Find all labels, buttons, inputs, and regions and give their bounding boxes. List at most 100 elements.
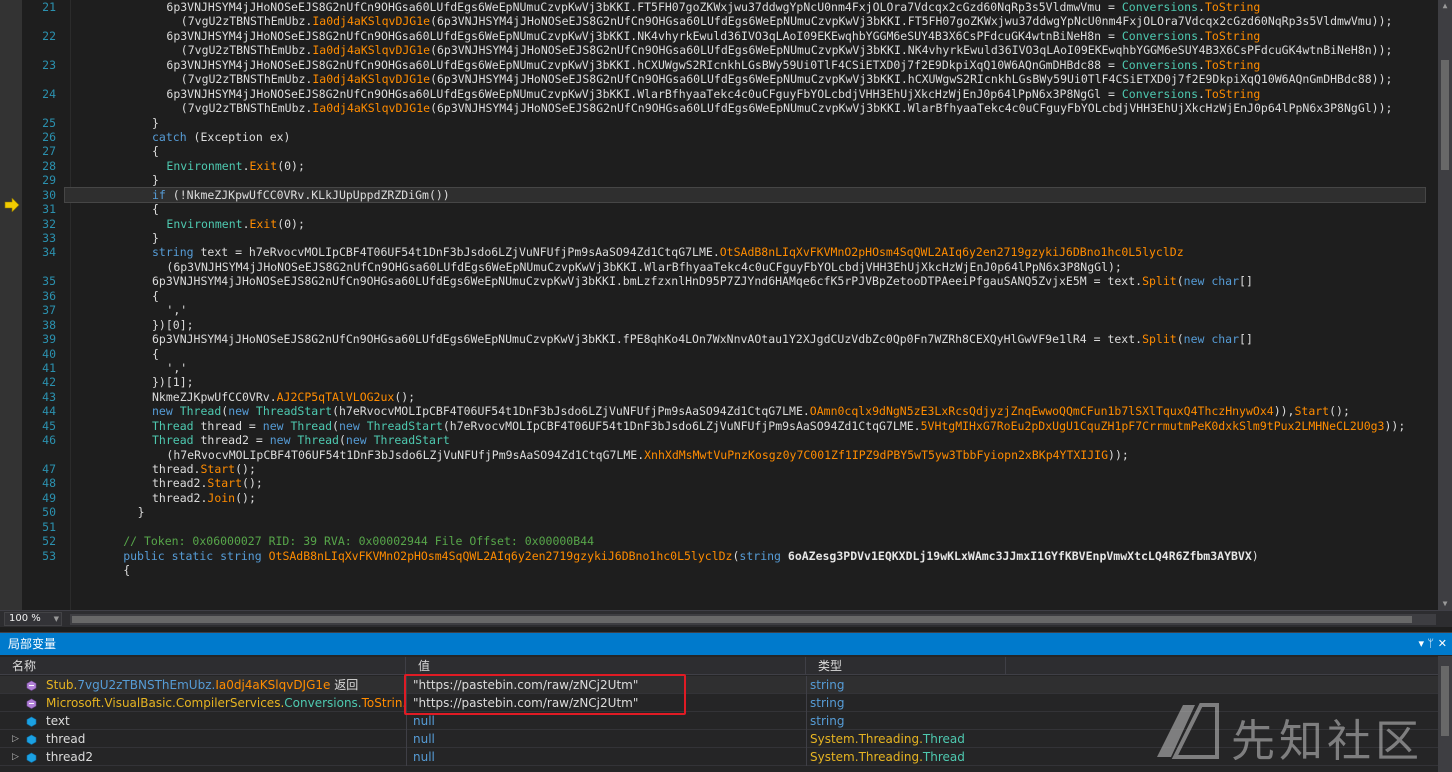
- code-token: Environment: [166, 158, 243, 173]
- locals-row[interactable]: Stub.7vgU2zTBNSThEmUbz.Ia0dj4aKSlqvDJG1e…: [0, 676, 1438, 694]
- code-text: 6p3VNJHSYM4jJHoNOSeEJS8G2nUfCn9OHGsa60LU…: [152, 274, 1253, 288]
- code-line[interactable]: 27 {: [0, 144, 1438, 158]
- code-line[interactable]: 43 NkmeZJKpwUfCC0VRv.AJ2CP5qTAlVLOG2ux();: [0, 390, 1438, 404]
- code-line[interactable]: 38})[0];: [0, 318, 1438, 332]
- code-line[interactable]: 40 {: [0, 347, 1438, 361]
- column-header-name[interactable]: 名称: [0, 657, 406, 675]
- code-line[interactable]: 47 thread.Start();: [0, 462, 1438, 476]
- column-header-value[interactable]: 值: [406, 657, 806, 675]
- code-line[interactable]: (7vgU2zTBNSThEmUbz.Ia0dj4aKSlqvDJG1e(6p3…: [0, 72, 1438, 86]
- code-text: // Token: 0x06000027 RID: 39 RVA: 0x0000…: [123, 534, 594, 548]
- locals-panel-title-bar: 局部变量 ▾ ᛘ ✕: [0, 633, 1452, 655]
- code-token: if: [152, 187, 166, 202]
- code-line[interactable]: (6p3VNJHSYM4jJHoNOSeEJS8G2nUfCn9OHGsa60L…: [0, 260, 1438, 274]
- line-number: 39: [42, 332, 56, 347]
- code-token: ));: [1384, 418, 1406, 433]
- code-line[interactable]: 48 thread2.Start();: [0, 476, 1438, 490]
- code-token: (: [1176, 274, 1184, 289]
- code-lines[interactable]: 21 6p3VNJHSYM4jJHoNOSeEJS8G2nUfCn9OHGsa60…: [0, 0, 1438, 610]
- code-line[interactable]: 33}: [0, 231, 1438, 245]
- code-line[interactable]: 29}: [0, 173, 1438, 187]
- panel-dropdown-icon[interactable]: ▾: [1418, 633, 1424, 655]
- line-number: 26: [42, 129, 56, 144]
- code-line[interactable]: 52 // Token: 0x06000027 RID: 39 RVA: 0x00…: [0, 534, 1438, 548]
- scroll-up-icon[interactable]: ▲: [1441, 2, 1449, 10]
- code-line[interactable]: 45 Thread thread = new Thread(new ThreadS…: [0, 419, 1438, 433]
- code-token: Start: [1294, 404, 1330, 419]
- code-line[interactable]: 32 Environment.Exit(0);: [0, 217, 1438, 231]
- code-text: }: [138, 505, 145, 519]
- code-line[interactable]: 53 public static string OtSAdB8nLIqXvFKVM…: [0, 549, 1438, 563]
- line-number: 45: [42, 418, 56, 433]
- code-line[interactable]: 49 thread2.Join();: [0, 491, 1438, 505]
- code-line[interactable]: (7vgU2zTBNSThEmUbz.Ia0dj4aKSlqvDJG1e(6p3…: [0, 101, 1438, 115]
- code-line[interactable]: 46 Thread thread2 = new Thread(new Thread…: [0, 433, 1438, 447]
- code-text: thread2.Join();: [152, 491, 256, 505]
- zoom-level-dropdown[interactable]: 100 % ▼: [4, 612, 62, 626]
- code-line[interactable]: 25}: [0, 116, 1438, 130]
- code-text: 6p3VNJHSYM4jJHoNOSeEJS8G2nUfCn9OHGsa60LU…: [152, 332, 1253, 346]
- code-line[interactable]: 39 6p3VNJHSYM4jJHoNOSeEJS8G2nUfCn9OHGsa60…: [0, 332, 1438, 346]
- line-number: 35: [42, 274, 56, 289]
- local-value[interactable]: "https://pastebin.com/raw/zNCj2Utm": [406, 676, 806, 694]
- code-token: new char: [1183, 274, 1240, 289]
- code-token: (: [332, 418, 339, 433]
- code-line[interactable]: 26 catch (Exception ex): [0, 130, 1438, 144]
- code-token: 6p3VNJHSYM4jJHoNOSeEJS8G2nUfCn9OHGsa60LU…: [166, 86, 1122, 101]
- code-line[interactable]: 31 {: [0, 202, 1438, 216]
- code-line[interactable]: 24 6p3VNJHSYM4jJHoNOSeEJS8G2nUfCn9OHGsa60…: [0, 87, 1438, 101]
- line-number: 24: [42, 86, 56, 101]
- code-text: thread.Start();: [152, 462, 256, 476]
- code-line[interactable]: 35 6p3VNJHSYM4jJHoNOSeEJS8G2nUfCn9OHGsa60…: [0, 274, 1438, 288]
- local-type-part: System.Threading.: [810, 750, 923, 764]
- code-editor[interactable]: 21 6p3VNJHSYM4jJHoNOSeEJS8G2nUfCn9OHGsa60…: [0, 0, 1452, 612]
- local-value[interactable]: "https://pastebin.com/raw/zNCj2Utm": [406, 694, 806, 712]
- close-icon[interactable]: ✕: [1438, 633, 1447, 655]
- code-line[interactable]: 34 string text = h7eRvocvMOLIpCBF4T06UF54…: [0, 245, 1438, 259]
- local-value[interactable]: null: [406, 730, 806, 748]
- code-token: Thread: [152, 418, 194, 433]
- code-text: }: [152, 231, 159, 245]
- code-line[interactable]: {: [0, 563, 1438, 577]
- code-line[interactable]: (7vgU2zTBNSThEmUbz.Ia0dj4aKSlqvDJG1e(6p3…: [0, 43, 1438, 57]
- horizontal-scroll-thumb[interactable]: [72, 616, 1412, 623]
- code-line[interactable]: 51: [0, 520, 1438, 534]
- local-type: System.Threading.Thread: [806, 730, 1006, 748]
- editor-horizontal-scrollbar[interactable]: [70, 614, 1436, 625]
- pin-icon[interactable]: ᛘ: [1427, 633, 1434, 655]
- code-token: 6p3VNJHSYM4jJHoNOSeEJS8G2nUfCn9OHGsa60LU…: [166, 28, 1122, 43]
- code-line[interactable]: (h7eRvocvMOLIpCBF4T06UF54t1DnF3bJsdo6LZj…: [0, 448, 1438, 462]
- code-text: if (!NkmeZJKpwUfCC0VRv.KLkJUpUppdZRZDiGm…: [152, 188, 450, 202]
- code-token: (6p3VNJHSYM4jJHoNOSeEJS8G2nUfCn9OHGsa60L…: [166, 259, 1122, 274]
- code-line[interactable]: 21 6p3VNJHSYM4jJHoNOSeEJS8G2nUfCn9OHGsa60…: [0, 0, 1438, 14]
- code-line[interactable]: 30 if (!NkmeZJKpwUfCC0VRv.KLkJUpUppdZRZDi…: [0, 186, 1438, 203]
- code-token: Thread: [179, 404, 222, 419]
- line-number: 27: [42, 144, 56, 159]
- code-text: }: [152, 116, 159, 130]
- code-line[interactable]: 44 new Thread(new ThreadStart(h7eRvocvMOL…: [0, 404, 1438, 418]
- code-line[interactable]: 42})[1];: [0, 375, 1438, 389]
- code-token: Ia0dj4aKSlqvDJG1e: [312, 72, 431, 87]
- editor-scroll-thumb[interactable]: [1441, 60, 1449, 170]
- code-token: XnhXdMsMwtVuPnzKosgz0y7C001Zf1IPZ9dPBY5w…: [644, 447, 1109, 462]
- code-line[interactable]: 50}: [0, 505, 1438, 519]
- editor-vertical-scrollbar[interactable]: ▲ ▼: [1438, 0, 1452, 610]
- local-value[interactable]: null: [406, 712, 806, 730]
- code-token: thread2.: [152, 490, 208, 505]
- column-header-type[interactable]: 类型: [806, 657, 1006, 675]
- code-line[interactable]: (7vgU2zTBNSThEmUbz.Ia0dj4aKSlqvDJG1e(6p3…: [0, 14, 1438, 28]
- code-token: 6oAZesg3PDVv1EQKXDLj19wKLxWAmc3JJmxI1GYf…: [787, 548, 1252, 563]
- local-value[interactable]: null: [406, 748, 806, 766]
- code-token: ();: [235, 462, 256, 476]
- scroll-down-icon[interactable]: ▼: [1441, 600, 1449, 608]
- code-line[interactable]: 28 Environment.Exit(0);: [0, 159, 1438, 173]
- code-line[interactable]: 23 6p3VNJHSYM4jJHoNOSeEJS8G2nUfCn9OHGsa60…: [0, 58, 1438, 72]
- code-line[interactable]: 22 6p3VNJHSYM4jJHoNOSeEJS8G2nUfCn9OHGsa60…: [0, 29, 1438, 43]
- local-name: thread: [0, 730, 406, 748]
- code-line[interactable]: 37 ',': [0, 303, 1438, 317]
- code-line[interactable]: 36 {: [0, 289, 1438, 303]
- code-text: Environment.Exit(0);: [166, 217, 305, 231]
- code-line[interactable]: 41 ',': [0, 361, 1438, 375]
- code-text: 6p3VNJHSYM4jJHoNOSeEJS8G2nUfCn9OHGsa60LU…: [166, 87, 1260, 101]
- line-number: 32: [42, 216, 56, 231]
